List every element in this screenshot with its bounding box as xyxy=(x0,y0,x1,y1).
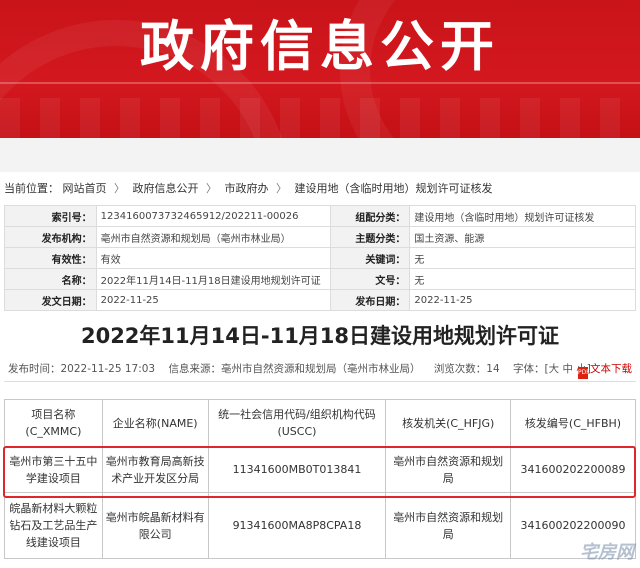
meta-key: 索引号： xyxy=(4,205,97,227)
meta-value: 2022-11-25 xyxy=(409,289,636,311)
text-download-link[interactable]: PDF文本下载 xyxy=(578,361,632,379)
table-row: 亳州市第三十五中学建设项目 亳州市教育局高新技术产业开发区分局 11341600… xyxy=(4,446,636,493)
text-download-label: 文本下载 xyxy=(590,363,632,375)
table-cell: 皖晶新材料大颗粒钻石及工艺品生产线建设项目 xyxy=(4,492,103,559)
meta-row: 索引号： 1234160073732465912/202211-00026 组配… xyxy=(4,205,636,227)
column-header: 核发编号(C_HFBH) xyxy=(510,399,636,447)
meta-value: 2022年11月14日-11月18日建设用地规划许可证 xyxy=(95,268,331,290)
banner-title: 政府信息公开 xyxy=(140,15,500,78)
meta-row: 有效性： 有效 关键词： 无 xyxy=(4,247,636,269)
pdf-icon: PDF xyxy=(578,367,590,379)
breadcrumb: 当前位置： 网站首页 〉 政府信息公开 〉 市政府办 〉 建设用地（含临时用地）… xyxy=(4,180,493,196)
breadcrumb-separator: 〉 xyxy=(206,182,217,195)
meta-value: 1234160073732465912/202211-00026 xyxy=(95,205,331,227)
meta-key: 关键词： xyxy=(329,247,411,269)
breadcrumb-home-link[interactable]: 网站首页 xyxy=(63,180,107,196)
breadcrumb-prefix: 当前位置： xyxy=(4,182,59,195)
nav-strip xyxy=(0,138,640,172)
meta-key: 名称： xyxy=(4,268,97,290)
meta-key: 发文日期： xyxy=(4,289,97,311)
table-cell: 亳州市自然资源和规划局 xyxy=(385,446,512,493)
meta-value: 2022-11-25 xyxy=(95,289,331,311)
header-banner: 政府信息公开 xyxy=(0,0,640,138)
column-header: 企业名称(NAME) xyxy=(101,399,209,447)
view-count: 浏览次数：14 xyxy=(433,363,500,375)
banner-pattern xyxy=(0,98,640,138)
meta-value: 建设用地（含临时用地）规划许可证核发 xyxy=(409,205,636,227)
breadcrumb-separator: 〉 xyxy=(114,182,125,195)
meta-value: 亳州市自然资源和规划局（亳州市林业局） xyxy=(95,226,331,248)
publish-time: 发布时间：2022-11-25 17:03 xyxy=(8,363,156,375)
meta-row: 发文日期： 2022-11-25 发布日期： 2022-11-25 xyxy=(4,289,636,311)
column-header: 核发机关(C_HFJG) xyxy=(385,399,512,447)
article-title: 2022年11月14日-11月18日建设用地规划许可证 xyxy=(80,324,560,348)
table-row: 皖晶新材料大颗粒钻石及工艺品生产线建设项目 亳州市皖晶新材料有限公司 91341… xyxy=(4,492,636,559)
breadcrumb-category-link[interactable]: 建设用地（含临时用地）规划许可证核发 xyxy=(295,180,493,196)
banner-divider xyxy=(0,82,640,84)
meta-row: 名称： 2022年11月14日-11月18日建设用地规划许可证 文号： 无 xyxy=(4,268,636,290)
permit-table: 项目名称(C_XMMC) 企业名称(NAME) 统一社会信用代码/组织机构代码(… xyxy=(4,399,636,559)
column-header: 统一社会信用代码/组织机构代码(USCC) xyxy=(207,399,387,447)
info-divider xyxy=(4,381,636,382)
table-cell: 11341600MB0T013841 xyxy=(207,446,387,493)
breadcrumb-separator: 〉 xyxy=(276,182,287,195)
breadcrumb-gov-info-link[interactable]: 政府信息公开 xyxy=(133,180,199,196)
table-header-row: 项目名称(C_XMMC) 企业名称(NAME) 统一社会信用代码/组织机构代码(… xyxy=(4,399,636,447)
meta-value: 无 xyxy=(409,268,636,290)
meta-row: 发布机构： 亳州市自然资源和规划局（亳州市林业局） 主题分类： 国土资源、能源 xyxy=(4,226,636,248)
table-cell: 亳州市教育局高新技术产业开发区分局 xyxy=(101,446,209,493)
meta-key: 发布日期： xyxy=(329,289,411,311)
meta-value: 无 xyxy=(409,247,636,269)
table-cell: 91341600MA8P8CPA18 xyxy=(207,492,387,559)
meta-value: 有效 xyxy=(95,247,331,269)
table-cell: 亳州市第三十五中学建设项目 xyxy=(4,446,103,493)
meta-key: 主题分类： xyxy=(329,226,411,248)
table-cell: 341600202200089 xyxy=(510,446,636,493)
meta-key: 组配分类： xyxy=(329,205,411,227)
meta-key: 发布机构： xyxy=(4,226,97,248)
meta-value: 国土资源、能源 xyxy=(409,226,636,248)
article-info-bar: 发布时间：2022-11-25 17:03 信息来源：亳州市自然资源和规划局（亳… xyxy=(8,361,632,379)
table-cell: 亳州市自然资源和规划局 xyxy=(385,492,512,559)
column-header: 项目名称(C_XMMC) xyxy=(4,399,103,447)
info-source: 信息来源：亳州市自然资源和规划局（亳州市林业局） xyxy=(168,363,421,375)
watermark-logo: 宅房网 xyxy=(580,542,634,563)
document-meta-table: 索引号： 1234160073732465912/202211-00026 组配… xyxy=(4,205,636,311)
table-cell: 亳州市皖晶新材料有限公司 xyxy=(101,492,209,559)
meta-key: 文号： xyxy=(329,268,411,290)
breadcrumb-city-gov-link[interactable]: 市政府办 xyxy=(225,180,269,196)
meta-key: 有效性： xyxy=(4,247,97,269)
